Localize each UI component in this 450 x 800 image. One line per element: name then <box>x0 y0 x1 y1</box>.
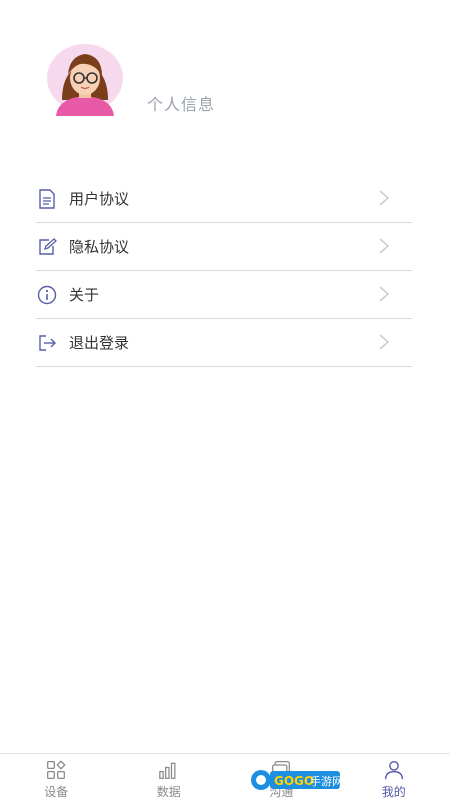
chevron-right-icon <box>379 334 390 350</box>
tab-data[interactable]: 数据 <box>113 754 226 800</box>
menu-item-user-agreement[interactable]: 用户协议 <box>36 175 412 223</box>
watermark-logo: GOGO 手游网 <box>251 770 342 790</box>
menu-item-privacy-policy[interactable]: 隐私协议 <box>36 223 412 271</box>
bar-chart-icon <box>158 762 176 779</box>
info-icon <box>37 285 57 305</box>
tab-label: 设备 <box>44 785 69 799</box>
menu-item-label: 退出登录 <box>69 334 130 352</box>
chevron-right-icon <box>379 190 390 206</box>
logout-icon <box>37 333 57 353</box>
menu-item-label: 用户协议 <box>69 190 130 208</box>
document-icon <box>37 188 57 209</box>
menu-item-about[interactable]: 关于 <box>36 271 412 319</box>
edit-icon <box>37 237 57 257</box>
menu-item-logout[interactable]: 退出登录 <box>36 319 412 367</box>
bottom-tab-bar: 设备 数据 沟通 我的 <box>0 753 450 800</box>
chevron-right-icon <box>379 238 390 254</box>
tab-mine[interactable]: 我的 <box>338 754 450 800</box>
svg-text:手游网: 手游网 <box>310 774 342 788</box>
settings-menu: 用户协议 隐私协议 关于 退出登录 <box>36 175 412 367</box>
profile-name[interactable]: 个人信息 <box>147 91 215 115</box>
tab-devices[interactable]: 设备 <box>0 754 113 800</box>
grid-icon <box>47 760 66 779</box>
menu-item-label: 隐私协议 <box>69 238 130 256</box>
tab-label: 我的 <box>381 785 406 799</box>
svg-text:GOGO: GOGO <box>274 774 314 788</box>
chevron-right-icon <box>379 286 390 302</box>
tab-label: 数据 <box>156 785 181 799</box>
person-icon <box>384 761 403 780</box>
avatar[interactable] <box>44 40 126 116</box>
menu-item-label: 关于 <box>69 286 100 304</box>
profile-header[interactable]: 个人信息 <box>0 0 450 150</box>
